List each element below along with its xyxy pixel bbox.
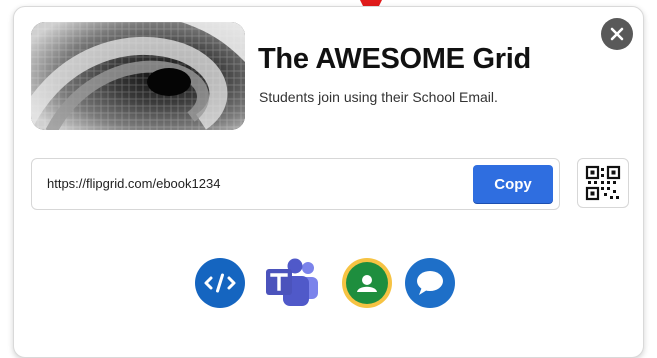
embed-code-icon [195, 258, 245, 308]
share-dialog: The AWESOME Grid Students join using the… [13, 6, 644, 358]
embed-button[interactable] [195, 258, 245, 308]
grid-cover-image [31, 22, 245, 130]
share-options [195, 258, 455, 308]
share-link-box: https://flipgrid.com/ebook1234 Copy [31, 158, 560, 210]
chat-bubble-icon [405, 258, 455, 308]
google-classroom-button[interactable] [342, 258, 392, 308]
spiral-staircase-image [31, 22, 245, 130]
chat-share-button[interactable] [405, 258, 455, 308]
google-classroom-icon [342, 258, 392, 308]
microsoft-teams-icon [266, 258, 318, 306]
close-icon [610, 27, 624, 41]
copy-button[interactable]: Copy [473, 165, 553, 203]
close-button[interactable] [601, 18, 633, 50]
qr-code-button[interactable] [577, 158, 629, 208]
share-link-url[interactable]: https://flipgrid.com/ebook1234 [47, 176, 220, 191]
microsoft-teams-button[interactable] [264, 258, 318, 308]
qr-code-icon [585, 165, 621, 201]
grid-subtitle: Students join using their School Email. [259, 89, 498, 105]
grid-title: The AWESOME Grid [258, 43, 531, 75]
